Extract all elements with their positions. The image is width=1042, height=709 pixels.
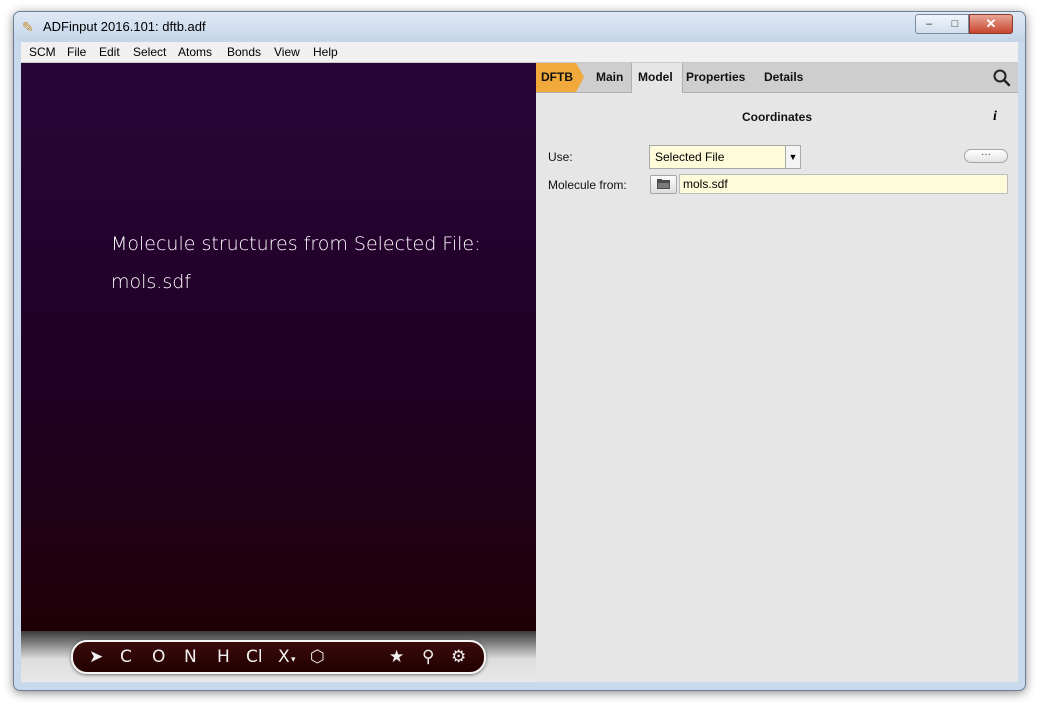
section-heading: Coordinates bbox=[741, 110, 812, 124]
star-icon[interactable]: ★ bbox=[389, 647, 404, 667]
molecule-file-value: mols.sdf bbox=[683, 177, 728, 191]
element-picker-tool[interactable]: X bbox=[278, 647, 290, 667]
window-title: ADFinput 2016.101: dftb.adf bbox=[43, 19, 206, 34]
molecule-file-field[interactable]: mols.sdf bbox=[679, 174, 1008, 194]
use-select-value: Selected File bbox=[655, 150, 725, 164]
close-button[interactable]: ✕ bbox=[969, 14, 1013, 34]
carbon-tool[interactable]: C bbox=[120, 647, 132, 667]
folder-icon bbox=[657, 179, 670, 189]
molecule-viewer[interactable]: Molecule structures from Selected File: … bbox=[21, 63, 536, 682]
title-bar: ✎ ADFinput 2016.101: dftb.adf – □ ✕ bbox=[14, 12, 1025, 42]
tab-dftb[interactable]: DFTB bbox=[541, 70, 573, 84]
viewer-filename: mols.sdf bbox=[111, 271, 191, 293]
menu-file[interactable]: File bbox=[67, 45, 86, 59]
use-label: Use: bbox=[548, 150, 573, 164]
hydrogen-tool[interactable]: H bbox=[217, 647, 230, 667]
molecule-from-label: Molecule from: bbox=[548, 178, 627, 192]
viewer-message: Molecule structures from Selected File: bbox=[111, 233, 481, 255]
minimize-button[interactable]: – bbox=[915, 14, 943, 34]
atom-toolbar: ➤ C O N H Cl X ▾ ⬡ ★ ⚲ ⚙ bbox=[71, 640, 486, 674]
more-options-button[interactable]: ··· bbox=[964, 149, 1008, 163]
chlorine-tool[interactable]: Cl bbox=[246, 647, 263, 667]
nitrogen-tool[interactable]: N bbox=[184, 647, 197, 667]
browse-button[interactable] bbox=[650, 175, 677, 194]
tab-details[interactable]: Details bbox=[764, 70, 803, 84]
tab-main[interactable]: Main bbox=[596, 70, 623, 84]
maximize-button[interactable]: □ bbox=[942, 14, 969, 34]
oxygen-tool[interactable]: O bbox=[152, 647, 165, 667]
menu-scm[interactable]: SCM bbox=[29, 45, 56, 59]
application-window: ✎ ADFinput 2016.101: dftb.adf – □ ✕ SCM … bbox=[13, 11, 1026, 691]
tab-bar: DFTB Main Model Properties Details bbox=[536, 63, 1018, 93]
use-select[interactable]: Selected File ▼ bbox=[649, 145, 801, 169]
tab-properties[interactable]: Properties bbox=[686, 70, 745, 84]
menu-atoms[interactable]: Atoms bbox=[178, 45, 212, 59]
ring-tool-icon[interactable]: ⬡ bbox=[310, 647, 325, 667]
settings-panel: DFTB Main Model Properties Details Coord… bbox=[536, 63, 1018, 682]
menu-select[interactable]: Select bbox=[133, 45, 166, 59]
select-tool-icon[interactable]: ➤ bbox=[89, 647, 103, 667]
menu-help[interactable]: Help bbox=[313, 45, 338, 59]
chevron-down-icon[interactable]: ▼ bbox=[785, 146, 800, 168]
info-icon[interactable]: i bbox=[993, 109, 997, 125]
menu-bar: SCM File Edit Select Atoms Bonds View He… bbox=[21, 42, 1018, 63]
search-icon[interactable] bbox=[992, 68, 1012, 88]
menu-view[interactable]: View bbox=[274, 45, 300, 59]
gear-icon[interactable]: ⚙ bbox=[451, 647, 466, 667]
app-icon: ✎ bbox=[22, 19, 34, 35]
menu-bonds[interactable]: Bonds bbox=[227, 45, 261, 59]
tab-model[interactable]: Model bbox=[638, 70, 673, 84]
menu-edit[interactable]: Edit bbox=[99, 45, 120, 59]
wand-icon[interactable]: ⚲ bbox=[422, 647, 434, 667]
chevron-down-icon: ▾ bbox=[291, 655, 296, 665]
